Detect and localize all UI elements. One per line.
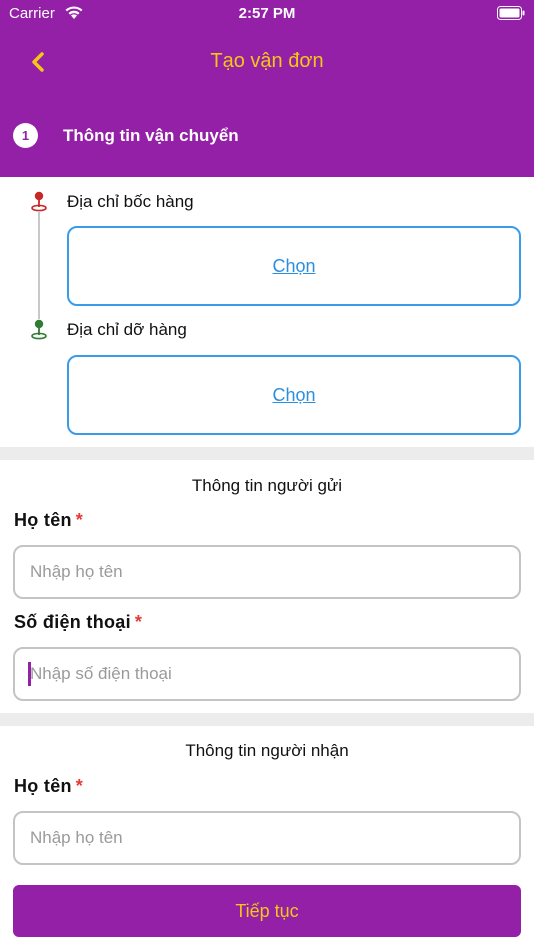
required-mark: *: [75, 776, 84, 796]
section-divider: [0, 447, 534, 460]
receiver-section-title: Thông tin người nhận: [185, 741, 349, 760]
sender-phone-input[interactable]: Nhập số điện thoại: [13, 647, 521, 701]
sender-name-label-text: Họ tên: [14, 510, 72, 530]
sender-phone-placeholder: Nhập số điện thoại: [30, 664, 172, 683]
dropoff-label: Địa chỉ dỡ hàng: [67, 320, 187, 339]
battery-icon: [497, 6, 525, 20]
route-line: [38, 211, 40, 319]
sender-name-input[interactable]: Nhập họ tên: [13, 545, 521, 599]
dropoff-pin-icon: [31, 319, 47, 340]
section-divider: [0, 713, 534, 726]
step-label: Thông tin vận chuyển: [63, 125, 239, 145]
dropoff-address-select[interactable]: Chọn: [67, 355, 521, 435]
receiver-name-label-text: Họ tên: [14, 776, 72, 796]
pickup-label: Địa chỉ bốc hàng: [67, 192, 194, 211]
continue-button[interactable]: Tiếp tục: [13, 885, 521, 937]
sender-name-placeholder: Nhập họ tên: [30, 562, 123, 581]
required-mark: *: [75, 510, 84, 530]
sender-phone-label: Số điện thoại *: [14, 612, 142, 633]
sender-name-label: Họ tên *: [14, 510, 83, 531]
page-title: Tạo vận đơn: [210, 50, 324, 72]
status-bar: Carrier 2:57 PM: [0, 0, 534, 28]
receiver-name-label: Họ tên *: [14, 776, 83, 797]
required-mark: *: [134, 612, 143, 632]
status-time: 2:57 PM: [238, 5, 296, 22]
sender-phone-label-text: Số điện thoại: [14, 612, 131, 632]
step-indicator: 1 Thông tin vận chuyển: [13, 123, 239, 148]
step-number-badge: 1: [13, 123, 38, 148]
receiver-name-placeholder: Nhập họ tên: [30, 828, 123, 847]
receiver-name-input[interactable]: Nhập họ tên: [13, 811, 521, 865]
pickup-pin-icon: [31, 191, 47, 212]
pickup-choose-link[interactable]: Chọn: [272, 256, 315, 277]
pickup-address-select[interactable]: Chọn: [67, 226, 521, 306]
text-cursor: [28, 662, 31, 686]
sender-section-title: Thông tin người gửi: [191, 476, 343, 495]
app-header: Carrier 2:57 PM Tạo vận đơn 1 Thông tin …: [0, 0, 534, 177]
dropoff-choose-link[interactable]: Chọn: [272, 385, 315, 406]
